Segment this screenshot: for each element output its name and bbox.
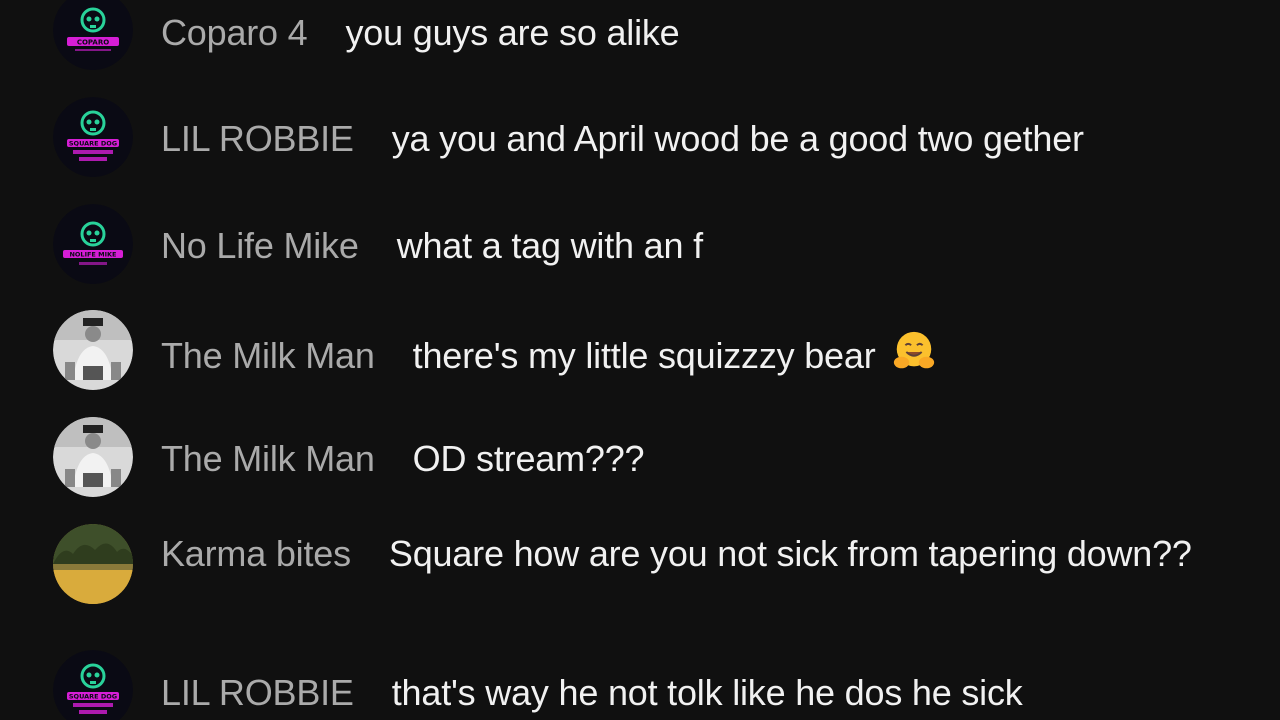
milkman-photo xyxy=(53,310,133,390)
skull-logo-icon: NOLIFE MIKE xyxy=(53,204,133,284)
message-body: The Milk Man OD stream??? xyxy=(161,435,1201,482)
message-text: OD stream??? xyxy=(412,438,645,479)
avatar[interactable] xyxy=(53,524,133,604)
message-text: there's my little squizzzy bear xyxy=(412,335,876,376)
author-name[interactable]: The Milk Man xyxy=(161,335,375,376)
nature-photo xyxy=(53,524,133,604)
author-name[interactable]: LIL ROBBIE xyxy=(161,672,354,713)
message-text: you guys are so alike xyxy=(345,12,680,53)
message-body: Coparo 4 you guys are so alike xyxy=(161,9,1201,56)
live-chat-feed: COPARO Coparo 4 you guys are so alike SQU… xyxy=(0,0,1280,720)
svg-text:NOLIFE MIKE: NOLIFE MIKE xyxy=(69,251,116,259)
message-body: Karma bites Square how are you not sick f… xyxy=(161,530,1201,577)
svg-text:SQUARE DOG: SQUARE DOG xyxy=(69,140,117,148)
hugging-face-emoji xyxy=(894,331,935,369)
author-name[interactable]: No Life Mike xyxy=(161,225,359,266)
author-name[interactable]: The Milk Man xyxy=(161,438,375,479)
milkman-photo xyxy=(53,417,133,497)
avatar[interactable]: SQUARE DOG xyxy=(53,650,133,720)
skull-logo-icon: SQUARE DOG xyxy=(53,97,133,177)
avatar[interactable]: NOLIFE MIKE xyxy=(53,204,133,284)
message-text: ya you and April wood be a good two geth… xyxy=(391,118,1084,159)
author-name[interactable]: LIL ROBBIE xyxy=(161,118,354,159)
message-body: LIL ROBBIE that's way he not tolk like he… xyxy=(161,669,1201,716)
skull-logo-icon: COPARO xyxy=(53,0,133,70)
avatar[interactable] xyxy=(53,310,133,390)
skull-logo-icon: SQUARE DOG xyxy=(53,650,133,720)
avatar[interactable]: SQUARE DOG xyxy=(53,97,133,177)
author-name[interactable]: Coparo 4 xyxy=(161,12,308,53)
message-text: that's way he not tolk like he dos he si… xyxy=(391,672,1023,713)
author-name[interactable]: Karma bites xyxy=(161,533,351,574)
avatar[interactable] xyxy=(53,417,133,497)
message-text: Square how are you not sick from taperin… xyxy=(388,533,1192,574)
svg-text:COPARO: COPARO xyxy=(77,39,109,47)
avatar[interactable]: COPARO xyxy=(53,0,133,70)
message-body: LIL ROBBIE ya you and April wood be a goo… xyxy=(161,115,1201,162)
message-body: The Milk Man there's my little squizzzy b… xyxy=(161,328,1201,379)
svg-text:SQUARE DOG: SQUARE DOG xyxy=(69,693,117,701)
message-body: No Life Mike what a tag with an f xyxy=(161,222,1201,269)
message-text: what a tag with an f xyxy=(396,225,703,266)
